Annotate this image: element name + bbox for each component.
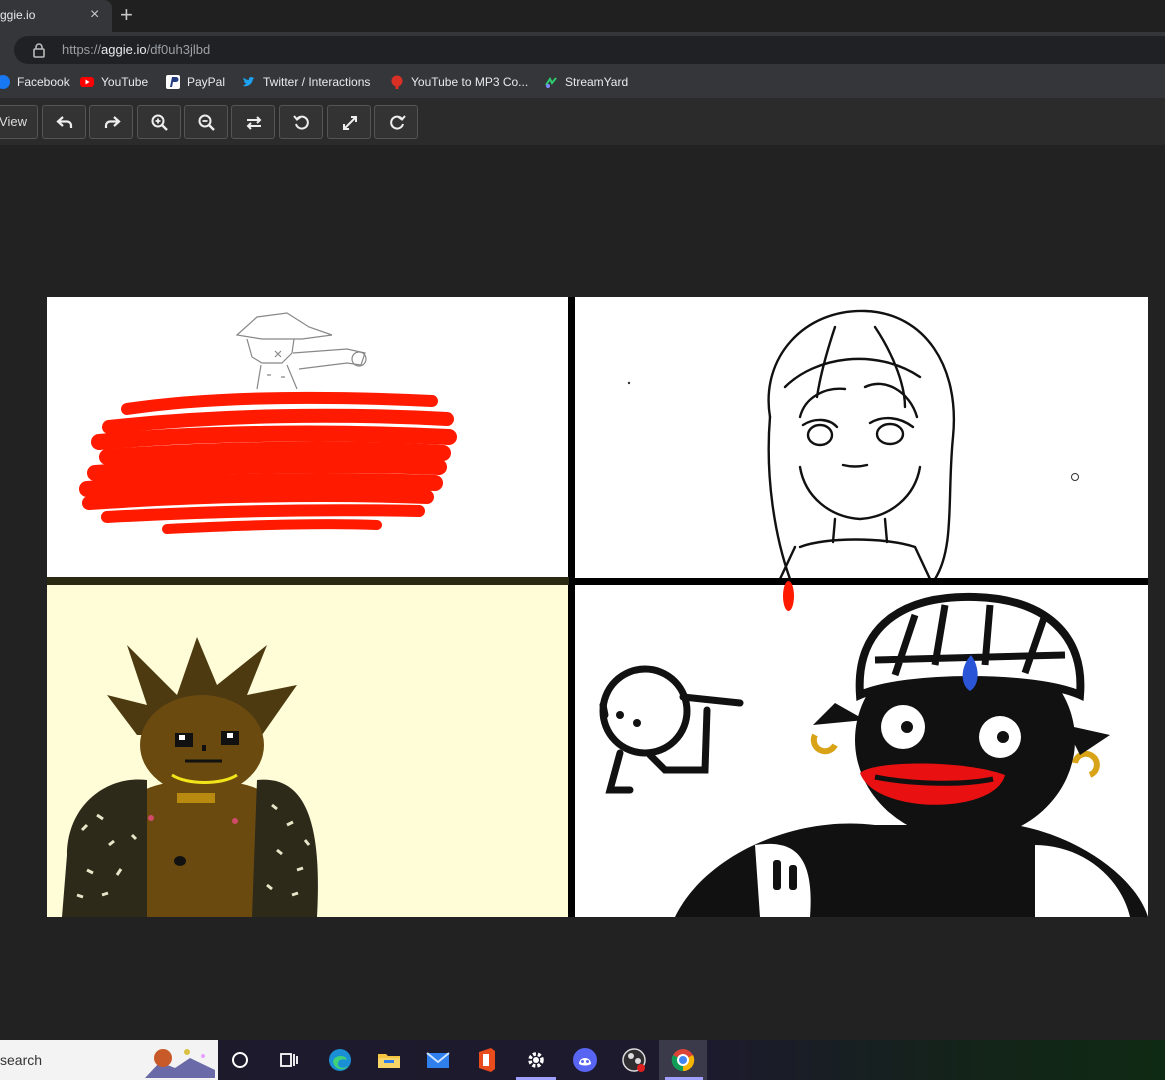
bookmark-youtube[interactable]: YouTube <box>80 75 148 91</box>
panel-brown-character <box>47 585 568 917</box>
undo-button[interactable] <box>42 105 86 139</box>
swap-icon <box>246 116 262 130</box>
bookmark-twitter[interactable]: Twitter / Interactions <box>242 75 370 91</box>
address-row: https://aggie.io/df0uh3jlbd <box>0 32 1165 68</box>
vertical-divider <box>568 297 575 917</box>
lock-icon[interactable] <box>32 42 46 58</box>
bookmark-label: YouTube <box>101 75 149 89</box>
facebook-icon <box>0 75 10 89</box>
settings-icon[interactable] <box>522 1046 550 1074</box>
pirate-sketch-drawing <box>79 312 457 534</box>
file-explorer-icon[interactable] <box>375 1046 403 1074</box>
twitter-icon <box>243 76 255 87</box>
horizontal-divider-right <box>575 578 1148 585</box>
panel-anime-girl-sketch <box>575 297 1148 579</box>
discord-icon[interactable] <box>571 1046 599 1074</box>
rotate-right-button[interactable] <box>374 105 418 139</box>
bookmarks-bar: Facebook YouTube PayPal Twitter / Intera… <box>0 68 1165 99</box>
undo-icon <box>56 116 73 128</box>
bookmark-label: YouTube to MP3 Co... <box>411 75 529 89</box>
turban-character-drawing <box>599 592 1148 917</box>
zoom-out-button[interactable] <box>184 105 228 139</box>
taskbar-search-text: search <box>0 1052 43 1068</box>
anime-girl-drawing <box>627 309 1079 579</box>
bookmark-streamyard[interactable]: StreamYard <box>544 75 628 91</box>
bookmark-label: PayPal <box>187 75 226 89</box>
edge-icon[interactable] <box>326 1046 354 1074</box>
url-path: /df0uh3jlbd <box>146 42 211 57</box>
task-view-icon[interactable] <box>275 1046 303 1074</box>
bookmark-mp3-converter[interactable]: YouTube to MP3 Co... <box>390 75 528 91</box>
tab-close-button[interactable]: × <box>90 6 99 24</box>
cortana-icon[interactable] <box>226 1046 254 1074</box>
url-host: aggie.io <box>101 42 147 57</box>
new-tab-button[interactable]: + <box>120 3 133 27</box>
view-button[interactable]: View <box>0 105 38 139</box>
taskbar-search-box[interactable]: search <box>0 1040 218 1080</box>
paypal-icon <box>166 75 180 89</box>
url-scheme: https:// <box>62 42 102 57</box>
office-icon[interactable] <box>473 1046 501 1074</box>
zoom-in-button[interactable] <box>137 105 181 139</box>
bookmark-label: StreamYard <box>565 75 629 89</box>
red-mark <box>783 581 794 611</box>
fullscreen-icon <box>343 116 357 130</box>
rotate-left-icon <box>293 115 309 130</box>
horizontal-divider-left <box>47 577 569 585</box>
bookmark-label: Twitter / Interactions <box>263 75 371 89</box>
chrome-icon[interactable] <box>669 1046 697 1074</box>
tab-bar: ggie.io × + <box>0 0 1165 32</box>
fullscreen-button[interactable] <box>327 105 371 139</box>
zoom-in-icon <box>151 114 168 131</box>
obs-icon[interactable] <box>620 1046 648 1074</box>
rotate-right-icon <box>390 115 406 130</box>
swap-button[interactable] <box>231 105 275 139</box>
brown-character-drawing <box>62 637 318 917</box>
rotate-left-button[interactable] <box>279 105 323 139</box>
url-text[interactable]: https://aggie.io/df0uh3jlbd <box>62 42 210 57</box>
tab-title: ggie.io <box>0 8 36 22</box>
bookmark-facebook[interactable]: Facebook <box>0 75 70 91</box>
panel-pirate-sketch <box>47 297 568 579</box>
mail-icon[interactable] <box>424 1046 452 1074</box>
streamyard-icon <box>545 77 557 88</box>
search-highlight-illustration-icon <box>145 1049 215 1078</box>
drawing-canvas[interactable] <box>0 145 1165 1040</box>
zoom-out-icon <box>198 114 215 131</box>
redo-button[interactable] <box>89 105 133 139</box>
youtube-icon <box>80 77 94 87</box>
viewer-toolbar: View <box>0 99 1165 145</box>
redo-icon <box>104 116 121 128</box>
browser-tab[interactable]: ggie.io × <box>0 0 112 32</box>
address-bar[interactable]: https://aggie.io/df0uh3jlbd <box>14 36 1165 64</box>
mp3-converter-icon <box>391 75 403 89</box>
taskbar: search <box>0 1040 1165 1080</box>
bookmark-label: Facebook <box>17 75 70 89</box>
panel-turban-character <box>575 585 1148 917</box>
bookmark-paypal[interactable]: PayPal <box>166 75 225 91</box>
